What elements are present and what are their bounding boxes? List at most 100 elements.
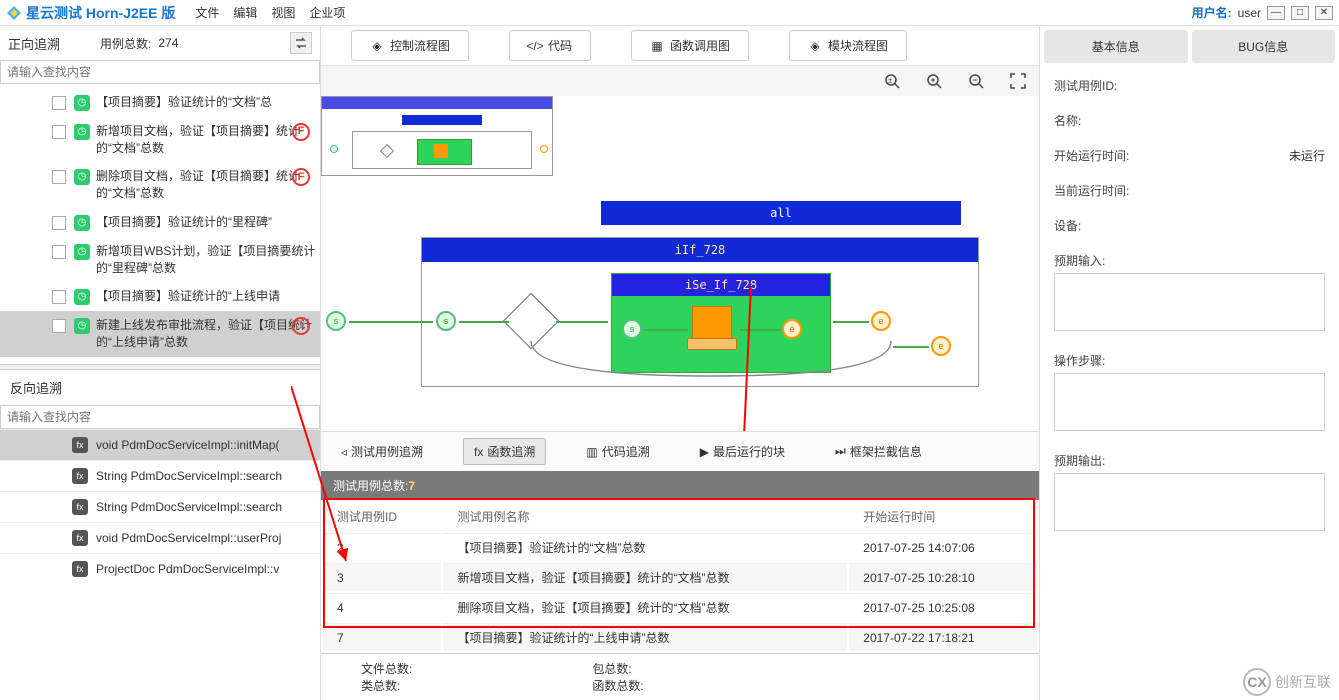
table-row[interactable]: 7【项目摘要】验证统计的“上线申请”总数2017-07-22 17:18:21	[323, 623, 1037, 651]
testcase-icon: ◷	[74, 318, 90, 334]
maximize-button[interactable]: □	[1291, 6, 1309, 20]
testcase-icon: ◷	[74, 95, 90, 111]
subtab-testcase-trace[interactable]: ◃测试用例追溯	[331, 438, 433, 465]
table-cell: 7	[323, 623, 441, 651]
steps-field[interactable]	[1054, 373, 1325, 431]
flow-chart: all iIf_728 iSe_If_728 s e s s e	[341, 181, 1019, 421]
tree-item[interactable]: ◷新增项目文档，验证【项目摘要】统计的“文档”总数F	[0, 117, 320, 163]
minimize-button[interactable]: —	[1267, 6, 1285, 20]
table-cell: 2017-07-25 14:07:06	[849, 533, 1037, 561]
node-s2: s	[436, 311, 456, 331]
watermark: CX 创新互联	[1243, 668, 1331, 696]
skip-icon: ⏭	[835, 444, 846, 459]
expected-input-field[interactable]	[1054, 273, 1325, 331]
col-time[interactable]: 开始运行时间	[849, 502, 1037, 531]
tree-item[interactable]: ◷删除项目文档，验证【项目摘要】统计的“文档”总数F	[0, 162, 320, 208]
tree-item[interactable]: ◷【项目摘要】验证统计的“里程碑”	[0, 208, 320, 237]
table-row[interactable]: 2【项目摘要】验证统计的“文档”总数2017-07-25 14:07:06	[323, 533, 1037, 561]
subtab-framework-intercept[interactable]: ⏭框架拦截信息	[825, 438, 932, 465]
reverse-trace-list[interactable]: fxvoid PdmDocServiceImpl::initMap(fxStri…	[0, 429, 320, 700]
tree-item[interactable]: ◷ 新增项目WBS计划，验证【项目摘要统计的“里程碑”总数	[0, 237, 320, 283]
table-cell: 2017-07-22 17:18:21	[849, 623, 1037, 651]
flow-toolbar: ±	[321, 66, 1039, 96]
function-label: void PdmDocServiceImpl::initMap(	[96, 438, 279, 452]
testcase-icon: ◷	[74, 244, 90, 260]
pkg-count-label: 包总数:	[592, 660, 643, 677]
table-row[interactable]: 3新增项目文档，验证【项目摘要】统计的“文档”总数2017-07-25 10:2…	[323, 563, 1037, 591]
menu-view[interactable]: 视图	[271, 4, 295, 21]
function-label: String PdmDocServiceImpl::search	[96, 500, 282, 514]
label-device: 设备:	[1054, 217, 1081, 234]
left-panel: 正向追溯 用例总数: 274 ◷【项目摘要】验证统计的“文档”总◷新增项目文档，…	[0, 26, 321, 700]
zoom-in-icon[interactable]	[923, 70, 945, 92]
close-button[interactable]: ✕	[1315, 6, 1333, 20]
fn-count-label: 函数总数:	[592, 677, 643, 694]
result-table-wrap: 测试用例ID 测试用例名称 开始运行时间 2【项目摘要】验证统计的“文档”总数2…	[321, 500, 1039, 653]
minimap[interactable]	[321, 96, 553, 176]
value-start-time: 未运行	[1289, 147, 1325, 164]
testcase-icon: ◷	[74, 169, 90, 185]
flow-edge-bypass	[511, 321, 911, 391]
menu-file[interactable]: 文件	[195, 4, 219, 21]
tab-code[interactable]: </>代码	[509, 30, 591, 61]
fullscreen-icon[interactable]	[1007, 70, 1029, 92]
col-name[interactable]: 测试用例名称	[443, 502, 847, 531]
table-cell: 2017-07-25 10:25:08	[849, 593, 1037, 621]
function-label: ProjectDoc PdmDocServiceImpl::v	[96, 562, 279, 576]
right-panel: 基本信息 BUG信息 测试用例ID: 名称: 开始运行时间:未运行 当前运行时间…	[1039, 26, 1339, 700]
result-table[interactable]: 测试用例ID 测试用例名称 开始运行时间 2【项目摘要】验证统计的“文档”总数2…	[321, 500, 1039, 653]
play-icon: ▶	[700, 445, 709, 459]
tree-item-label: 新增项目WBS计划，验证【项目摘要统计的“里程碑”总数	[96, 243, 316, 277]
tree-item[interactable]: ◷ 【项目摘要】验证统计的“上线申请	[0, 282, 320, 311]
fx-icon: fx	[72, 468, 88, 484]
testcase-icon: ◷	[74, 289, 90, 305]
col-id[interactable]: 测试用例ID	[323, 502, 441, 531]
label-start-time: 开始运行时间:	[1054, 147, 1129, 164]
function-item[interactable]: fxvoid PdmDocServiceImpl::userProj	[0, 522, 320, 553]
tab-callgraph[interactable]: ▦函数调用图	[631, 30, 749, 61]
function-item[interactable]: fx String PdmDocServiceImpl::search	[0, 460, 320, 491]
swap-icon[interactable]	[290, 32, 312, 54]
table-row[interactable]: 4删除项目文档，验证【项目摘要】统计的“文档”总数2017-07-25 10:2…	[323, 593, 1037, 621]
table-cell: 新增项目文档，验证【项目摘要】统计的“文档”总数	[443, 563, 847, 591]
code-icon: ▥	[586, 445, 597, 459]
function-item[interactable]: fxvoid PdmDocServiceImpl::initMap(	[0, 429, 320, 460]
function-item[interactable]: fxString PdmDocServiceImpl::search	[0, 491, 320, 522]
table-cell: 删除项目文档，验证【项目摘要】统计的“文档”总数	[443, 593, 847, 621]
flow-chart-area[interactable]: all iIf_728 iSe_If_728 s e s s e	[321, 96, 1039, 431]
watermark-icon: CX	[1243, 668, 1271, 696]
forward-trace-list[interactable]: ◷【项目摘要】验证统计的“文档”总◷新增项目文档，验证【项目摘要】统计的“文档”…	[0, 84, 320, 364]
table-cell: 2017-07-25 10:28:10	[849, 563, 1037, 591]
expected-output-field[interactable]	[1054, 473, 1325, 531]
app-logo-icon	[6, 5, 22, 21]
tab-control-flow[interactable]: ◈控制流程图	[351, 30, 469, 61]
status-marker-icon: F	[292, 123, 310, 141]
menu-edit[interactable]: 编辑	[233, 4, 257, 21]
module-icon: ◈	[808, 39, 822, 53]
function-label: String PdmDocServiceImpl::search	[96, 469, 282, 483]
flow-icon: ◈	[370, 39, 384, 53]
tab-module-flow[interactable]: ◈模块流程图	[789, 30, 907, 61]
tree-item[interactable]: ◷【项目摘要】验证统计的“文档”总	[0, 88, 320, 117]
tree-item[interactable]: ◷新建上线发布审批流程，验证【项目统计的“上线申请”总数!	[0, 311, 320, 357]
tree-item-label: 【项目摘要】验证统计的“上线申请	[96, 288, 316, 305]
tab-basic-info[interactable]: 基本信息	[1044, 30, 1188, 63]
subtab-last-block[interactable]: ▶最后运行的块	[690, 438, 795, 465]
forward-search-input[interactable]	[0, 60, 320, 84]
username-label: 用户名:	[1192, 4, 1232, 21]
reverse-search-input[interactable]	[0, 405, 320, 429]
zoom-out-icon[interactable]	[965, 70, 987, 92]
app-title: 星云测试 Horn-J2EE 版	[26, 3, 175, 23]
subtab-function-trace[interactable]: fx函数追溯	[463, 438, 546, 465]
label-current-time: 当前运行时间:	[1054, 182, 1129, 199]
label-steps: 操作步骤:	[1054, 352, 1325, 369]
menu-enterprise[interactable]: 企业项	[309, 4, 345, 21]
flow-all-block[interactable]: all	[601, 201, 961, 225]
tab-bug-info[interactable]: BUG信息	[1192, 30, 1336, 63]
fx-icon: fx	[474, 445, 483, 459]
subtab-code-trace[interactable]: ▥代码追溯	[576, 438, 659, 465]
testcase-icon: ◷	[74, 124, 90, 140]
function-item[interactable]: fxProjectDoc PdmDocServiceImpl::v	[0, 553, 320, 584]
code-icon: </>	[528, 39, 542, 53]
zoom-fit-icon[interactable]: ±	[881, 70, 903, 92]
